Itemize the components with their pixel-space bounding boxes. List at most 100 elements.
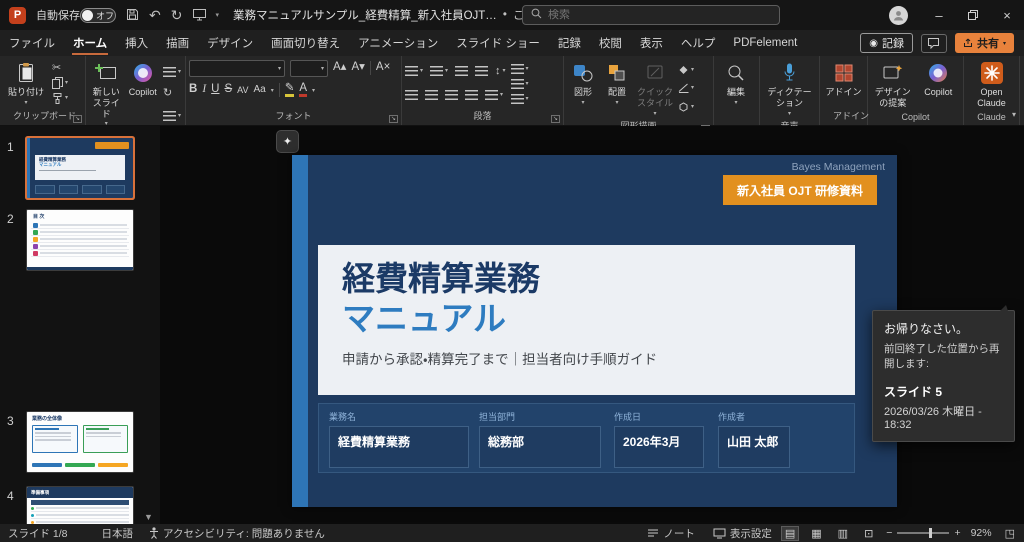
info-card-department[interactable]: 担当部門 総務部 xyxy=(479,410,601,468)
align-center-button[interactable] xyxy=(425,90,438,100)
display-settings-button[interactable]: 表示設定 xyxy=(713,526,772,541)
tab-insert[interactable]: 挿入 xyxy=(116,30,157,56)
zoom-slider-thumb[interactable] xyxy=(929,528,932,538)
align-left-button[interactable] xyxy=(405,90,418,100)
close-button[interactable]: × xyxy=(990,0,1024,30)
restore-button[interactable] xyxy=(956,0,990,30)
slides-copilot-button[interactable]: Copilot xyxy=(125,59,159,129)
start-slideshow-icon[interactable] xyxy=(192,8,207,23)
comments-button[interactable] xyxy=(921,34,947,53)
copy-button[interactable]: ▾ xyxy=(52,77,68,89)
tab-pdfelement[interactable]: PDFelement xyxy=(724,30,806,56)
undo-icon[interactable]: ↶ xyxy=(149,8,161,22)
tab-slideshow[interactable]: スライド ショー xyxy=(447,30,549,56)
tab-help[interactable]: ヘルプ xyxy=(672,30,725,56)
section-button[interactable]: ▾ xyxy=(163,111,181,121)
bullets-button[interactable]: ▾ xyxy=(405,66,423,76)
justify-button[interactable] xyxy=(465,90,478,100)
zoom-percentage[interactable]: 92% xyxy=(971,527,992,539)
tab-draw[interactable]: 描画 xyxy=(157,30,198,56)
zoom-in-button[interactable]: + xyxy=(954,527,960,539)
quick-styles-button[interactable]: クイックスタイル ▾ xyxy=(635,59,675,118)
account-avatar[interactable] xyxy=(889,6,908,25)
normal-view-button[interactable]: ▤ xyxy=(782,527,798,540)
tab-animations[interactable]: アニメーション xyxy=(349,30,447,56)
new-slide-button[interactable]: 新しいスライド ▾ xyxy=(89,59,123,129)
slide-info-panel[interactable]: 業務名 経費精算業務 担当部門 総務部 作成日 2026年3月 作成者 山田 太… xyxy=(318,403,855,473)
editing-button[interactable]: 編集 ▾ xyxy=(717,59,755,121)
line-spacing-button[interactable]: ↕▾ xyxy=(495,66,506,77)
info-card-author[interactable]: 作成者 山田 太郎 xyxy=(718,410,790,468)
change-case-button[interactable]: Aa xyxy=(253,85,265,95)
tab-home[interactable]: ホーム xyxy=(64,30,116,56)
underline-button[interactable]: U xyxy=(211,84,219,96)
shapes-button[interactable]: 図形 ▾ xyxy=(567,59,599,118)
align-right-button[interactable] xyxy=(445,90,458,100)
reset-slide-button[interactable]: ↻ xyxy=(163,88,181,99)
decrease-indent-button[interactable] xyxy=(455,66,468,76)
tab-transitions[interactable]: 画面切り替え xyxy=(262,30,349,56)
character-spacing-button[interactable]: AV xyxy=(237,86,248,95)
save-icon[interactable] xyxy=(126,8,139,23)
dictate-button[interactable]: ディクテーション ▾ xyxy=(763,59,816,118)
tab-record[interactable]: 記録 xyxy=(549,30,590,56)
tab-file[interactable]: ファイル xyxy=(0,30,64,56)
tab-review[interactable]: 校閲 xyxy=(590,30,631,56)
design-ideas-button[interactable]: デザインの提案 xyxy=(871,59,915,111)
paragraph-dialog-launcher[interactable]: ↘ xyxy=(551,115,560,123)
redo-icon[interactable]: ↻ xyxy=(171,8,183,22)
slide-canvas[interactable]: Bayes Management 新入社員 OJT 研修資料 経費精算業務 マニ… xyxy=(292,155,897,507)
text-direction-button[interactable]: ▾ xyxy=(511,64,529,74)
slide-counter[interactable]: スライド 1/8 xyxy=(8,526,68,541)
shape-fill-button[interactable]: ▾ xyxy=(678,65,694,75)
font-name-select[interactable]: ▾ xyxy=(189,60,285,77)
collapse-ribbon-icon[interactable]: ▾ xyxy=(1012,110,1016,119)
autosave-toggle[interactable]: オフ xyxy=(80,8,116,23)
quick-access-chevron-icon[interactable]: ▾ xyxy=(215,11,219,19)
tab-design[interactable]: デザイン xyxy=(198,30,262,56)
font-dialog-launcher[interactable]: ↘ xyxy=(389,115,398,123)
thumbnail-slide-3[interactable]: 業務の全体像 xyxy=(27,412,133,472)
search-box[interactable] xyxy=(522,5,780,25)
shape-effects-button[interactable]: ▾ xyxy=(678,102,694,112)
thumbnail-slide-2[interactable]: 目 次 xyxy=(27,210,133,270)
notes-button[interactable]: ノート xyxy=(647,526,695,541)
strikethrough-button[interactable]: S xyxy=(224,84,232,96)
align-text-button[interactable]: ▾ xyxy=(511,79,529,89)
reading-view-button[interactable]: ▥ xyxy=(835,527,851,540)
shape-outline-button[interactable]: ▾ xyxy=(678,83,694,93)
slide-badge[interactable]: 新入社員 OJT 研修資料 xyxy=(723,175,877,205)
clipboard-dialog-launcher[interactable]: ↘ xyxy=(73,115,82,123)
slide-brand-text[interactable]: Bayes Management xyxy=(792,161,885,173)
resume-reading-tooltip[interactable]: お帰りなさい。 前回終了した位置から再開します: スライド 5 2026/03/… xyxy=(872,310,1015,442)
increase-indent-button[interactable] xyxy=(475,66,488,76)
grow-font-button[interactable]: A▴ xyxy=(333,62,346,74)
font-size-select[interactable]: ▾ xyxy=(290,60,328,77)
record-button[interactable]: ◉ 記録 xyxy=(860,33,913,53)
zoom-slider[interactable] xyxy=(897,532,949,534)
bold-button[interactable]: B xyxy=(189,84,197,96)
designer-sparkle-button[interactable]: ✦ xyxy=(276,130,299,153)
info-card-task[interactable]: 業務名 経費精算業務 xyxy=(329,410,469,468)
zoom-out-button[interactable]: − xyxy=(886,527,892,539)
fit-to-window-button[interactable]: ◳ xyxy=(1002,527,1018,540)
slide-layout-button[interactable]: ▾ xyxy=(163,67,181,77)
open-claude-button[interactable]: Open Claude xyxy=(968,59,1016,111)
highlight-color-button[interactable]: ✎ xyxy=(285,83,295,98)
minimize-button[interactable]: – xyxy=(922,0,956,30)
language-status[interactable]: 日本語 xyxy=(102,526,134,541)
columns-button[interactable]: ▾ xyxy=(485,90,503,100)
tab-view[interactable]: 表示 xyxy=(631,30,672,56)
search-input[interactable] xyxy=(548,9,748,21)
slide-sorter-button[interactable]: ▦ xyxy=(808,527,824,540)
accessibility-status[interactable]: アクセシビリティ: 問題ありません xyxy=(149,526,325,541)
slide-title-placeholder[interactable]: 経費精算業務 マニュアル 申請から承認・精算完了まで｜担当者向け手順ガイド xyxy=(318,245,855,395)
share-button[interactable]: 共有 ▾ xyxy=(955,33,1014,53)
info-card-date[interactable]: 作成日 2026年3月 xyxy=(614,410,704,468)
copilot-button[interactable]: Copilot xyxy=(917,59,961,111)
paste-button[interactable]: 貼り付け ▾ xyxy=(3,59,49,108)
numbering-button[interactable]: ▾ xyxy=(430,66,448,76)
addins-button[interactable]: アドイン xyxy=(824,59,864,108)
italic-button[interactable]: I xyxy=(202,84,206,96)
thumbnail-scroll-down-icon[interactable]: ▼ xyxy=(144,512,153,522)
